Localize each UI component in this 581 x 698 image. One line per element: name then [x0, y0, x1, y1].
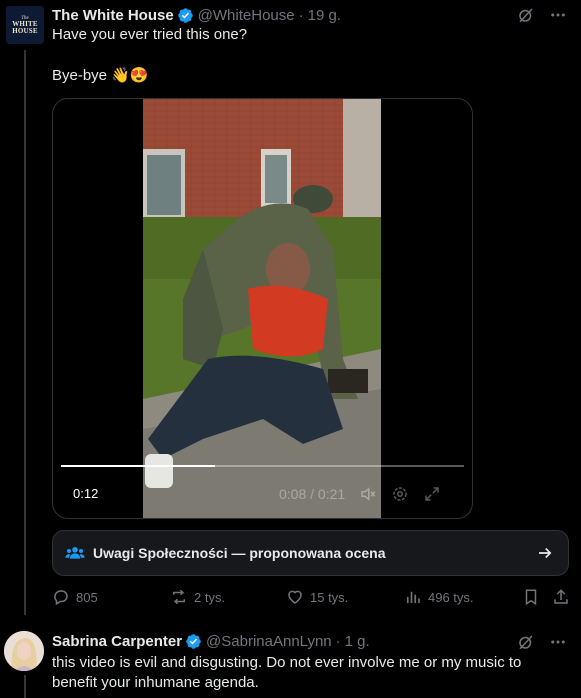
reply-time[interactable]: 1 g.	[345, 633, 370, 650]
white-house-avatar[interactable]: The WHITE HOUSE	[6, 6, 44, 44]
reply-separator: ·	[335, 632, 341, 650]
settings-icon[interactable]	[391, 485, 409, 503]
video-controls: 0:08 / 0:21	[279, 485, 441, 503]
reply-count: 805	[76, 589, 98, 605]
author-name[interactable]: The White House	[52, 7, 174, 24]
reply-author-name[interactable]: Sabrina Carpenter	[52, 633, 182, 650]
reply-header: Sabrina Carpenter @SabrinaAnnLynn · 1 g.	[52, 631, 370, 651]
more-icon[interactable]	[549, 6, 567, 24]
repost-button[interactable]: 2 tys.	[170, 588, 225, 606]
tweet-action-bar: 805 2 tys. 15 tys. 496 tys.	[52, 588, 571, 612]
community-notes-icon	[65, 547, 85, 559]
tweet-header: The White House @WhiteHouse · 19 g.	[52, 5, 341, 25]
fullscreen-icon[interactable]	[423, 485, 441, 503]
author-handle[interactable]: @WhiteHouse	[198, 7, 295, 24]
video-position: 0:08 / 0:21	[279, 486, 346, 502]
tweet-text-line2: Bye-bye 👋😍	[52, 67, 149, 84]
video-player[interactable]: 0:12 0:08 / 0:21	[52, 98, 473, 519]
bookmark-button[interactable]	[522, 588, 540, 606]
reply-button[interactable]: 805	[52, 588, 98, 606]
video-progress-bar[interactable]	[61, 465, 464, 467]
grok-icon[interactable]	[517, 6, 535, 24]
bookmark-icon	[525, 589, 537, 606]
thread-connector-line	[24, 50, 26, 615]
reply-icon	[54, 590, 68, 606]
views-count: 496 tys.	[428, 589, 474, 605]
views-button[interactable]: 496 tys.	[404, 588, 474, 606]
repost-count: 2 tys.	[194, 589, 226, 605]
share-icon	[554, 589, 568, 604]
community-note-label: Uwagi Społeczności — proponowana ocena	[93, 545, 386, 561]
sabrina-avatar[interactable]	[4, 631, 44, 671]
arrow-right-icon	[539, 547, 552, 559]
grok-icon[interactable]	[517, 633, 535, 651]
like-icon	[288, 590, 302, 604]
views-icon	[406, 591, 420, 603]
like-button[interactable]: 15 tys.	[286, 588, 348, 606]
reply-author-handle[interactable]: @SabrinaAnnLynn	[206, 633, 332, 650]
share-button[interactable]	[552, 588, 570, 606]
reply-text-line2: benefit your inhumane agenda.	[52, 674, 259, 691]
avatar-text-3: HOUSE	[12, 26, 38, 35]
reply-top-actions	[517, 633, 567, 651]
reply-text-line1: this video is evil and disgusting. Do no…	[52, 654, 522, 671]
reply-thread-line	[24, 675, 26, 698]
video-time-remaining: 0:12	[65, 483, 107, 504]
verified-icon	[186, 633, 201, 649]
verified-icon	[177, 7, 193, 23]
tweet-text-line1: Have you ever tried this one?	[52, 26, 248, 43]
video-frame	[143, 99, 381, 518]
like-count: 15 tys.	[310, 589, 349, 605]
community-note-button[interactable]: Uwagi Społeczności — proponowana ocena	[52, 530, 569, 576]
repost-icon	[173, 589, 185, 605]
header-separator: ·	[298, 6, 304, 24]
mute-icon[interactable]	[359, 485, 377, 503]
tweet-top-actions	[517, 6, 567, 24]
tweet-time[interactable]: 19 g.	[308, 7, 341, 24]
more-icon[interactable]	[549, 633, 567, 651]
video-progress-fill	[61, 465, 215, 467]
